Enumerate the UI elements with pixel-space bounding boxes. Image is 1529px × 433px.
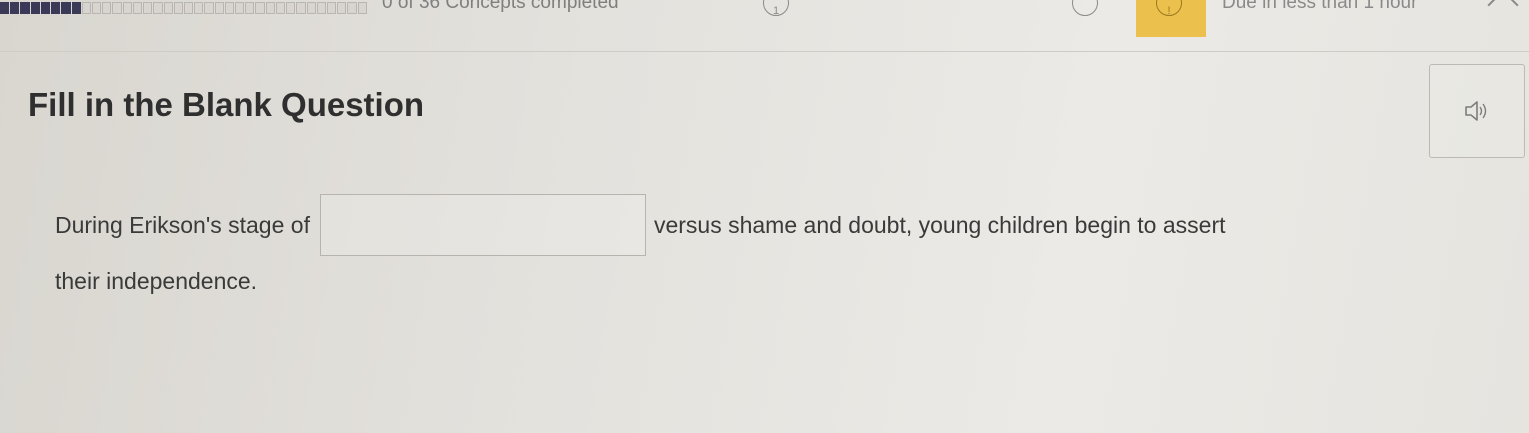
progress-segment [194,2,204,14]
question-text-after: versus shame and doubt, young children b… [653,211,1226,238]
progress-segment [327,2,337,14]
concepts-completed-text: 0 of 36 Concepts completed [382,0,619,13]
progress-segment [0,2,10,14]
progress-segment [40,2,51,14]
question-type-title: Fill in the Blank Question [28,86,425,123]
progress-segment [30,2,40,14]
warning-indicator[interactable]: ! [1136,0,1206,37]
progress-segment [81,2,91,14]
progress-segment [337,2,347,14]
progress-segment [275,2,286,14]
due-time-text: Due in less than 1 hour [1222,0,1418,13]
progress-segment [265,2,275,14]
progress-segment [224,2,235,14]
progress-segment [51,2,61,14]
progress-segment [357,2,367,14]
progress-segment [102,2,112,14]
progress-segment [71,2,81,14]
progress-segment [255,2,265,14]
read-aloud-button[interactable] [1429,64,1525,158]
question-text-before: During Erikson's stage of [55,211,310,238]
progress-segment [163,2,173,14]
progress-segment [214,2,224,14]
progress-segment [204,2,214,14]
progress-segment [153,2,163,14]
progress-segment [316,2,326,14]
progress-segment [347,2,357,14]
progress-segment [143,2,153,14]
step-indicator-button[interactable]: 1 [763,0,789,17]
concept-progress-bar [0,2,368,14]
step-indicator-button-2[interactable] [1072,0,1098,16]
fill-in-blank-input[interactable] [319,194,646,256]
warning-icon: ! [1156,0,1182,17]
speaker-icon [1465,101,1487,121]
progress-segment [183,2,194,14]
question-body: During Erikson's stage of versus shame a… [55,192,1505,295]
progress-segment [91,2,102,14]
question-text-line2: their independence. [55,268,258,294]
progress-segment [132,2,143,14]
header-divider [0,51,1529,52]
progress-segment [306,2,316,14]
progress-segment [112,2,122,14]
progress-segment [235,2,245,14]
progress-segment [245,2,255,14]
chevron-up-icon[interactable] [1487,0,1519,21]
progress-segment [286,2,296,14]
progress-segment [61,2,71,14]
progress-segment [122,2,132,14]
progress-segment [10,2,20,14]
progress-segment [173,2,183,14]
progress-segment [296,2,306,14]
top-status-bar: 0 of 36 Concepts completed 1 ! Due in le… [0,0,1529,40]
progress-segment [20,2,30,14]
